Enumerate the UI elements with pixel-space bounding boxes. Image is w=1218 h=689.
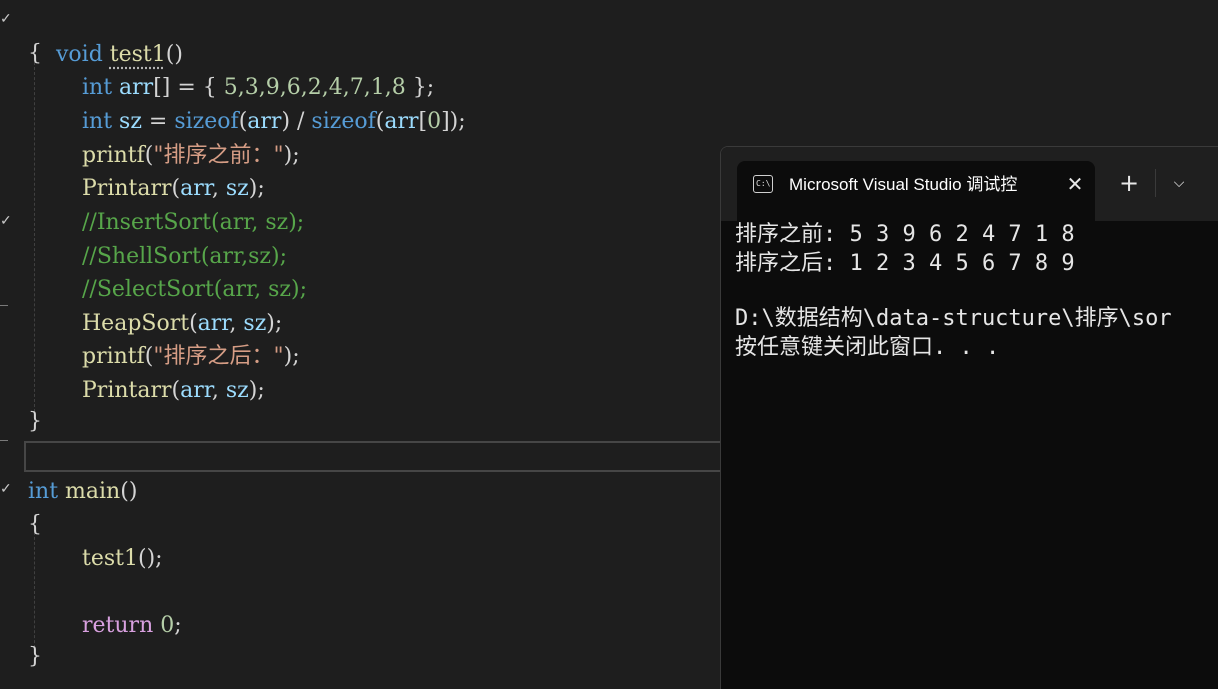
punctuation: ]); bbox=[441, 109, 466, 134]
code-line: return 0; bbox=[82, 609, 182, 643]
function-name: test1 bbox=[109, 42, 166, 67]
code-line: { bbox=[28, 508, 42, 542]
chevron-down-icon[interactable]: ⌵ bbox=[1167, 171, 1191, 195]
keyword: void bbox=[55, 42, 103, 67]
variable: arr bbox=[197, 311, 230, 336]
variable: sz bbox=[119, 109, 142, 134]
comment: //ShellSort(arr,sz); bbox=[82, 244, 288, 269]
terminal-output-line: 排序之后: 1 2 3 4 5 6 7 8 9 bbox=[735, 251, 1075, 276]
debug-console-window[interactable]: C:\ Microsoft Visual Studio 调试控 ✕ + ⌵ 排序… bbox=[720, 146, 1218, 689]
punctuation: ); bbox=[248, 176, 265, 201]
punctuation: ( bbox=[171, 378, 181, 403]
keyword: sizeof bbox=[174, 109, 239, 134]
punctuation: , bbox=[211, 378, 226, 403]
punctuation: , bbox=[229, 311, 244, 336]
terminal-output-line: 按任意键关闭此窗口. . . bbox=[735, 335, 1000, 360]
punctuation: () bbox=[120, 479, 138, 504]
code-line: printf("排序之后："); bbox=[82, 340, 300, 374]
indent-guide bbox=[34, 532, 35, 648]
variable: sz bbox=[225, 176, 249, 201]
fold-collapse-icon[interactable]: ✓ bbox=[0, 12, 12, 26]
punctuation: }; bbox=[405, 75, 435, 100]
punctuation: ( bbox=[238, 109, 248, 134]
indent-guide bbox=[34, 62, 35, 412]
fold-collapse-icon[interactable]: ✓ bbox=[0, 214, 12, 228]
number-literal: 0 bbox=[160, 613, 175, 638]
fold-collapse-icon[interactable]: ✓ bbox=[0, 482, 12, 496]
titlebar-divider bbox=[1155, 169, 1156, 197]
function-name: main bbox=[65, 479, 121, 504]
variable: sz bbox=[225, 378, 249, 403]
comment: //SelectSort(arr, sz); bbox=[82, 277, 307, 302]
function-call: printf bbox=[82, 143, 145, 168]
function-call: HeapSort bbox=[82, 311, 190, 336]
punctuation: , bbox=[211, 176, 226, 201]
keyword: int bbox=[82, 109, 113, 134]
code-line: } bbox=[28, 640, 42, 674]
variable: arr bbox=[180, 378, 212, 403]
code-line: Printarr(arr, sz); bbox=[82, 172, 265, 206]
number-literals: 5,3,9,6,2,4,7,1,8 bbox=[223, 75, 406, 100]
number-literal: 0 bbox=[427, 109, 442, 134]
punctuation: } bbox=[28, 644, 42, 669]
punctuation: ( bbox=[189, 311, 198, 336]
punctuation: = bbox=[141, 109, 175, 134]
close-icon[interactable]: ✕ bbox=[1065, 173, 1085, 195]
variable: arr bbox=[247, 109, 282, 134]
function-call: Printarr bbox=[82, 176, 172, 201]
code-line: //SelectSort(arr, sz); bbox=[82, 273, 307, 307]
code-line: void test1() bbox=[28, 4, 183, 67]
punctuation: ); bbox=[283, 344, 300, 369]
punctuation: ); bbox=[248, 378, 265, 403]
code-line: test1(); bbox=[82, 542, 163, 576]
variable: sz bbox=[243, 311, 267, 336]
punctuation: ( bbox=[171, 176, 181, 201]
punctuation: { bbox=[28, 41, 42, 66]
punctuation: } bbox=[28, 409, 42, 434]
terminal-title-bar[interactable]: C:\ Microsoft Visual Studio 调试控 ✕ + ⌵ bbox=[721, 147, 1218, 221]
function-call: Printarr bbox=[82, 378, 172, 403]
code-line: int main() bbox=[28, 475, 137, 509]
code-line: Printarr(arr, sz); bbox=[82, 374, 265, 408]
terminal-output-line: 排序之前: 5 3 9 6 2 4 7 1 8 bbox=[735, 222, 1075, 247]
new-tab-button[interactable]: + bbox=[1117, 171, 1141, 195]
code-line: printf("排序之前："); bbox=[82, 139, 300, 173]
terminal-tab-title: Microsoft Visual Studio 调试控 bbox=[789, 175, 1018, 194]
punctuation: ); bbox=[266, 311, 283, 336]
terminal-icon: C:\ bbox=[753, 175, 773, 193]
punctuation: ; bbox=[174, 613, 182, 638]
code-line: int arr[] = { 5,3,9,6,2,4,7,1,8 }; bbox=[82, 71, 434, 105]
keyword: sizeof bbox=[311, 109, 376, 134]
punctuation: (); bbox=[138, 546, 163, 571]
code-line: HeapSort(arr, sz); bbox=[82, 307, 282, 341]
punctuation: [] = { bbox=[153, 75, 224, 100]
keyword: int bbox=[28, 479, 59, 504]
punctuation: ); bbox=[283, 143, 300, 168]
keyword: int bbox=[82, 75, 113, 100]
string-literal: "排序之后：" bbox=[153, 344, 284, 369]
comment: //InsertSort(arr, sz); bbox=[82, 210, 305, 235]
function-call: test1 bbox=[82, 546, 138, 571]
variable: arr bbox=[119, 75, 154, 100]
function-call: printf bbox=[82, 344, 145, 369]
terminal-tab[interactable]: C:\ Microsoft Visual Studio 调试控 ✕ bbox=[737, 161, 1095, 221]
code-line: } bbox=[28, 405, 42, 439]
keyword-return: return bbox=[82, 613, 154, 638]
string-literal: "排序之前：" bbox=[153, 143, 284, 168]
punctuation: () bbox=[165, 42, 183, 67]
terminal-output-line: D:\数据结构\data-structure\排序\sor bbox=[735, 306, 1172, 331]
code-line: //InsertSort(arr, sz); bbox=[82, 206, 304, 240]
variable: arr bbox=[180, 176, 212, 201]
code-line: int sz = sizeof(arr) / sizeof(arr[0]); bbox=[82, 105, 466, 139]
code-line: { bbox=[28, 37, 42, 71]
fold-end-marker bbox=[0, 305, 8, 306]
punctuation: { bbox=[28, 512, 42, 537]
variable: arr bbox=[384, 109, 419, 134]
current-line-highlight bbox=[24, 441, 744, 472]
punctuation: [ bbox=[418, 109, 428, 134]
fold-end-marker bbox=[0, 440, 8, 441]
code-line: //ShellSort(arr,sz); bbox=[82, 240, 287, 274]
punctuation: ) / bbox=[281, 109, 312, 134]
